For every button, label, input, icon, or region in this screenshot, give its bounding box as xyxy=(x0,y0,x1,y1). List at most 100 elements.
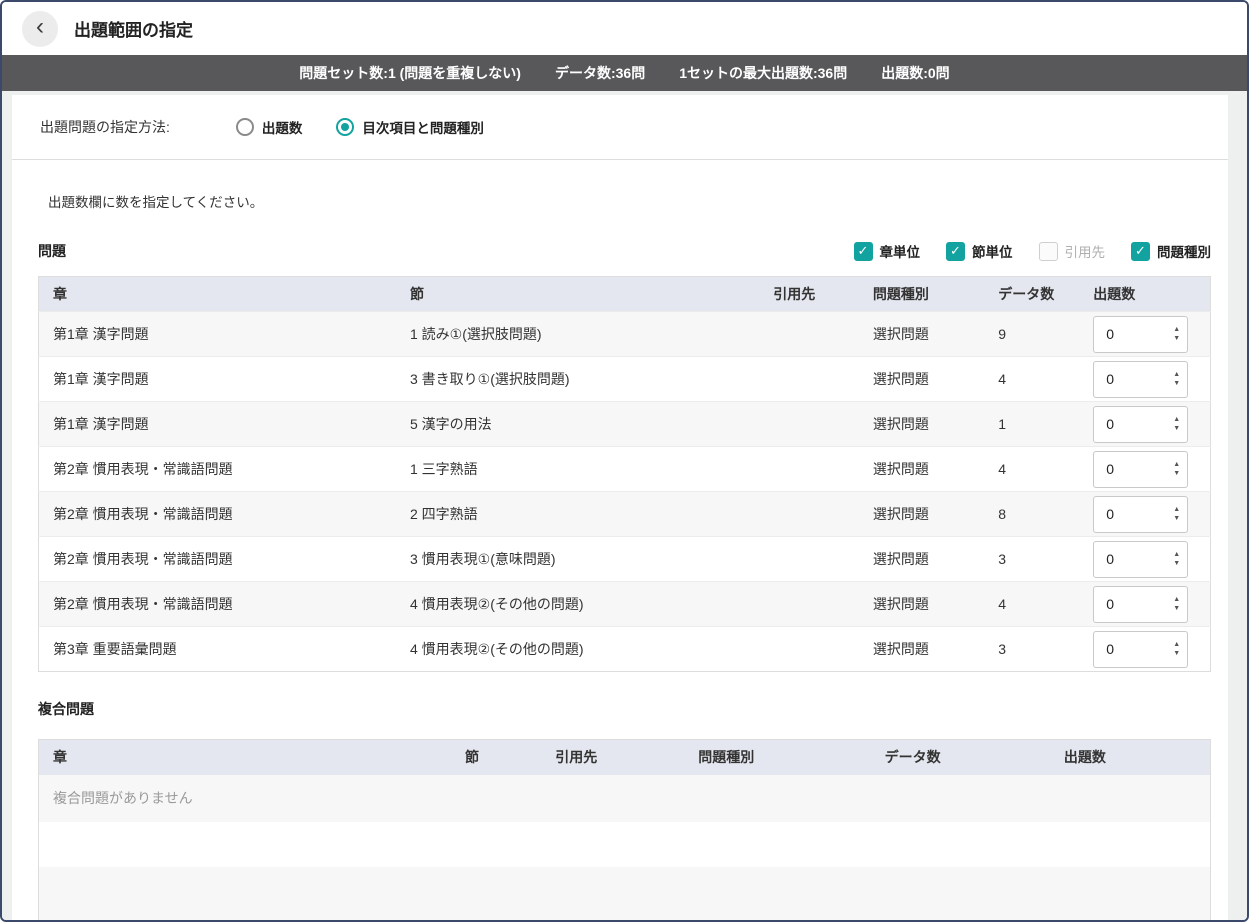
spinner-down-icon[interactable]: ▼ xyxy=(1173,425,1180,432)
spinner-down-icon[interactable]: ▼ xyxy=(1173,605,1180,612)
col-header-question-count: 出題数 xyxy=(1079,277,1210,312)
spinner-down-icon[interactable]: ▼ xyxy=(1173,650,1180,657)
table-row: 第1章 漢字問題5 漢字の用法選択問題10▲▼ xyxy=(39,402,1211,447)
filter-question-type[interactable]: ✓ 問題種別 xyxy=(1131,241,1211,261)
checkbox-icon: ✓ xyxy=(1131,242,1150,261)
compound-table: 章 節 引用先 問題種別 データ数 出題数 複合問題がありません xyxy=(38,739,1211,920)
question-count-input[interactable]: 0▲▼ xyxy=(1093,541,1188,578)
section-cell: 4 慣用表現②(その他の問題) xyxy=(396,627,759,672)
citation-cell xyxy=(759,447,859,492)
citation-cell xyxy=(759,582,859,627)
count-value: 0 xyxy=(1106,641,1114,657)
spinner-down-icon[interactable]: ▼ xyxy=(1173,335,1180,342)
question-count-cell: 0▲▼ xyxy=(1079,402,1210,447)
spinner-up-icon[interactable]: ▲ xyxy=(1173,506,1180,513)
filter-citation[interactable]: ✓ 引用先 xyxy=(1039,241,1106,261)
count-value: 0 xyxy=(1106,371,1114,387)
citation-cell xyxy=(759,357,859,402)
data-count-cell: 4 xyxy=(984,447,1079,492)
spinner-up-icon[interactable]: ▲ xyxy=(1173,371,1180,378)
col-header-chapter: 章 xyxy=(39,740,452,775)
stat-max-per-set: 1セットの最大出題数:36問 xyxy=(679,63,847,83)
question-count-cell: 0▲▼ xyxy=(1079,627,1210,672)
data-count-cell: 4 xyxy=(984,357,1079,402)
radio-toc-and-type[interactable]: 目次項目と問題種別 xyxy=(336,117,484,137)
question-count-input[interactable]: 0▲▼ xyxy=(1093,496,1188,533)
filter-checkboxes: ✓ 章単位 ✓ 節単位 ✓ 引用先 ✓ 問題種別 xyxy=(854,241,1212,261)
stat-set-count: 問題セット数:1 (問題を重複しない) xyxy=(299,63,521,83)
spinner-arrows: ▲▼ xyxy=(1173,416,1180,432)
question-count-input[interactable]: 0▲▼ xyxy=(1093,406,1188,443)
spinner-up-icon[interactable]: ▲ xyxy=(1173,461,1180,468)
radio-label: 出題数 xyxy=(262,117,303,137)
spinner-arrows: ▲▼ xyxy=(1173,551,1180,567)
spinner-up-icon[interactable]: ▲ xyxy=(1173,596,1180,603)
citation-cell xyxy=(759,402,859,447)
table-header-row: 章 節 引用先 問題種別 データ数 出題数 xyxy=(39,277,1211,312)
spinner-up-icon[interactable]: ▲ xyxy=(1173,641,1180,648)
data-count-cell: 9 xyxy=(984,312,1079,357)
col-header-data-count: データ数 xyxy=(871,740,1050,775)
question-count-cell: 0 ▲ ▼ xyxy=(1079,582,1210,627)
citation-cell xyxy=(759,627,859,672)
count-value: 0 xyxy=(1106,461,1114,477)
filter-label: 章単位 xyxy=(880,241,921,261)
citation-cell xyxy=(759,492,859,537)
chapter-cell: 第2章 慣用表現・常識語問題 xyxy=(39,582,396,627)
spinner-down-icon[interactable]: ▼ xyxy=(1173,470,1180,477)
method-selector: 出題問題の指定方法: 出題数 目次項目と問題種別 xyxy=(12,95,1228,160)
spinner-up-icon[interactable]: ▲ xyxy=(1173,551,1180,558)
spinner-arrows: ▲▼ xyxy=(1173,461,1180,477)
chapter-cell: 第2章 慣用表現・常識語問題 xyxy=(39,492,396,537)
spinner-up-icon[interactable]: ▲ xyxy=(1173,326,1180,333)
spinner-down-icon[interactable]: ▼ xyxy=(1173,560,1180,567)
spinner-arrows: ▲▼ xyxy=(1173,641,1180,657)
data-count-cell: 8 xyxy=(984,492,1079,537)
col-header-section: 節 xyxy=(396,277,759,312)
question-count-input[interactable]: 0 ▲ ▼ xyxy=(1093,586,1188,623)
spinner-up-icon[interactable]: ▲ xyxy=(1173,416,1180,423)
question-count-input[interactable]: 0▲▼ xyxy=(1093,451,1188,488)
table-header-row: 章 節 引用先 問題種別 データ数 出題数 xyxy=(39,740,1211,775)
radio-icon xyxy=(336,118,354,136)
filter-label: 引用先 xyxy=(1065,241,1106,261)
col-header-question-count: 出題数 xyxy=(1050,740,1211,775)
empty-state-row: 複合問題がありません xyxy=(39,775,1211,822)
section-cell: 4 慣用表現②(その他の問題) xyxy=(396,582,759,627)
count-value: 0 xyxy=(1106,596,1114,612)
chapter-cell: 第1章 漢字問題 xyxy=(39,312,396,357)
filter-section-unit[interactable]: ✓ 節単位 xyxy=(946,241,1013,261)
back-button[interactable]: ‹ xyxy=(22,11,58,47)
empty-state-message: 複合問題がありません xyxy=(39,775,1211,822)
col-header-data-count: データ数 xyxy=(984,277,1079,312)
spinner-arrows: ▲▼ xyxy=(1173,371,1180,387)
data-count-cell: 3 xyxy=(984,537,1079,582)
spinner-arrows: ▲▼ xyxy=(1173,506,1180,522)
method-label: 出題問題の指定方法: xyxy=(40,117,170,137)
col-header-citation: 引用先 xyxy=(759,277,859,312)
col-header-type: 問題種別 xyxy=(859,277,984,312)
radio-label: 目次項目と問題種別 xyxy=(362,117,484,137)
spinner-down-icon[interactable]: ▼ xyxy=(1173,380,1180,387)
chapter-cell: 第1章 漢字問題 xyxy=(39,402,396,447)
filter-label: 節単位 xyxy=(972,241,1013,261)
table-row: 第2章 慣用表現・常識語問題1 三字熟語選択問題40▲▼ xyxy=(39,447,1211,492)
type-cell: 選択問題 xyxy=(859,492,984,537)
filter-label: 問題種別 xyxy=(1157,241,1211,261)
question-count-input[interactable]: 0▲▼ xyxy=(1093,316,1188,353)
table-row: 第3章 重要語彙問題4 慣用表現②(その他の問題)選択問題30▲▼ xyxy=(39,627,1211,672)
filter-chapter-unit[interactable]: ✓ 章単位 xyxy=(854,241,921,261)
question-count-cell: 0▲▼ xyxy=(1079,492,1210,537)
type-cell: 選択問題 xyxy=(859,312,984,357)
blank-row xyxy=(39,822,1211,867)
type-cell: 選択問題 xyxy=(859,402,984,447)
data-count-cell: 1 xyxy=(984,402,1079,447)
page-title: 出題範囲の指定 xyxy=(74,16,193,41)
questions-table: 章 節 引用先 問題種別 データ数 出題数 第1章 漢字問題1 読み①(選択肢問… xyxy=(38,276,1211,672)
table-row: 第2章 慣用表現・常識語問題3 慣用表現①(意味問題)選択問題30▲▼ xyxy=(39,537,1211,582)
spinner-down-icon[interactable]: ▼ xyxy=(1173,515,1180,522)
table-row: 第2章 慣用表現・常識語問題2 四字熟語選択問題80▲▼ xyxy=(39,492,1211,537)
question-count-input[interactable]: 0▲▼ xyxy=(1093,631,1188,668)
question-count-input[interactable]: 0▲▼ xyxy=(1093,361,1188,398)
radio-question-count[interactable]: 出題数 xyxy=(236,117,303,137)
